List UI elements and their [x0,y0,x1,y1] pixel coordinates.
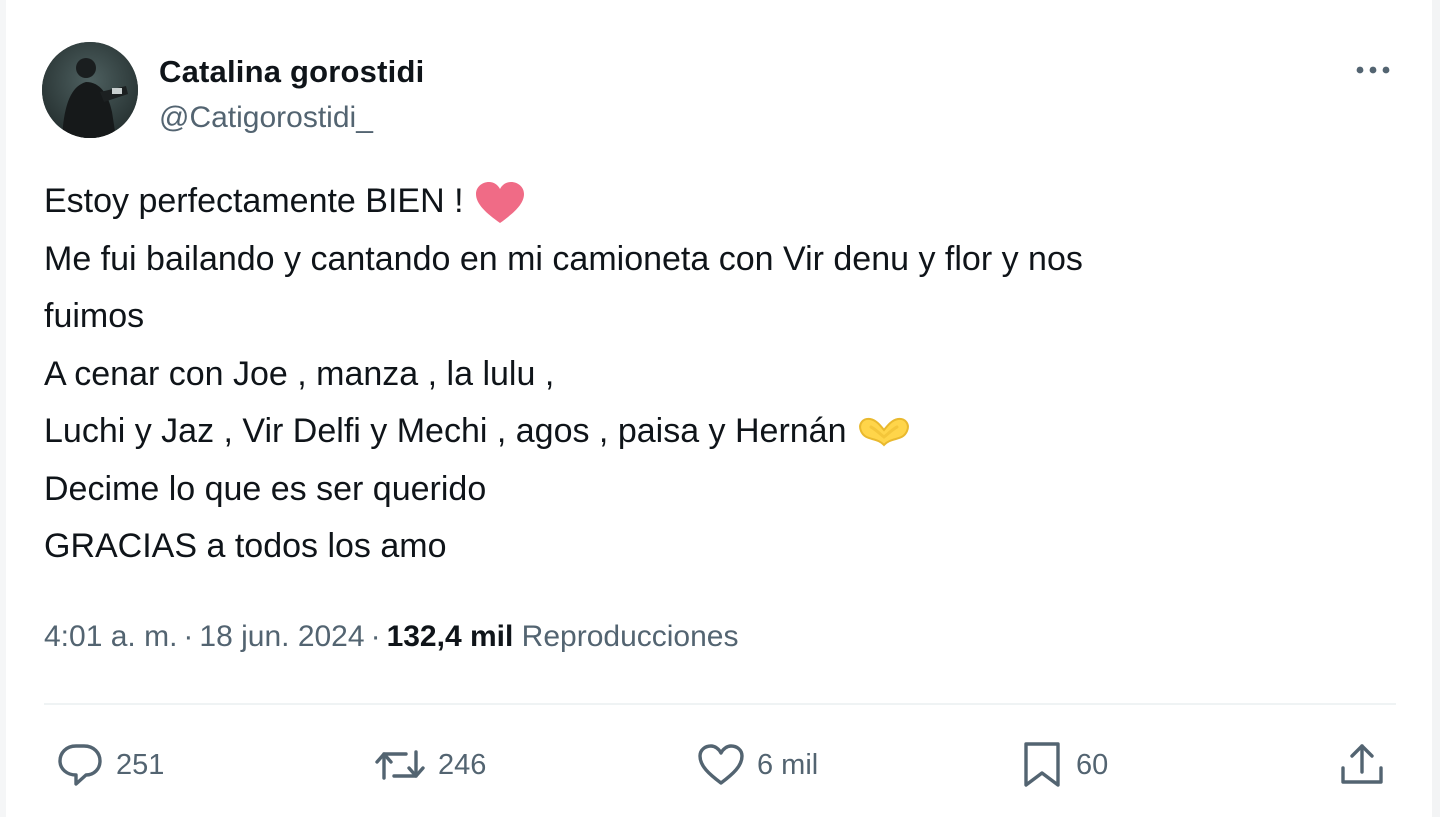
tweet-line: Me fui bailando y cantando en mi camione… [44,239,1083,278]
share-upload-icon [1338,742,1386,788]
speech-bubble-icon [56,742,104,788]
tweet-line: Estoy perfectamente BIEN ! [44,173,1374,231]
views-label: Reproducciones [521,620,739,653]
reply-button[interactable]: 251 [56,730,164,800]
avatar-image [42,42,138,138]
meta-separator: · [370,620,381,653]
tweet-line: GRACIAS a todos los amo [44,527,447,565]
tweet-line: Decime lo que es ser querido [44,469,487,508]
like-button[interactable]: 6 mil [697,730,818,800]
tweet-card: Catalina gorostidi @Catigorostidi_ Estoy… [0,0,1440,817]
repost-arrows-icon [374,742,426,788]
divider [44,703,1396,705]
author-name[interactable]: Catalina gorostidi [159,54,424,90]
repost-count: 246 [438,748,487,781]
tweet-meta: 4:01 a. m. · 18 jun. 2024 · 132,4 mil Reprod… [44,620,738,654]
meta-separator: · [183,620,194,653]
repost-button[interactable]: 246 [374,730,486,800]
bookmark-count: 60 [1076,748,1109,781]
red-heart-emoji [474,181,526,225]
like-count: 6 mil [757,748,819,781]
tweet-line: Luchi y Jaz , Vir Delfi y Mechi , agos ,… [44,403,1374,461]
page-edge-left [0,0,6,817]
avatar[interactable] [42,42,138,138]
page-edge-right [1432,0,1440,817]
tweet-date[interactable]: 18 jun. 2024 [199,620,364,653]
more-dots-icon[interactable] [1352,58,1396,82]
heart-hands-emoji [857,415,911,451]
bookmark-button[interactable]: 60 [1020,730,1108,800]
action-bar: 251 246 6 mil 60 [44,730,1396,800]
tweet-line: A cenar con Joe , manza , la lulu , [44,354,555,393]
tweet-text: Estoy perfectamente BIEN ! Me fui bailan… [44,173,1374,576]
share-button[interactable] [1338,730,1386,800]
reply-count: 251 [116,748,165,781]
heart-outline-icon [697,743,745,787]
views-count: 132,4 mil [386,620,514,653]
tweet-header: Catalina gorostidi @Catigorostidi_ [42,42,1402,142]
bookmark-icon [1020,741,1064,789]
tweet-time[interactable]: 4:01 a. m. [44,620,177,653]
author-handle[interactable]: @Catigorostidi_ [159,101,373,135]
tweet-line: fuimos [44,297,145,335]
